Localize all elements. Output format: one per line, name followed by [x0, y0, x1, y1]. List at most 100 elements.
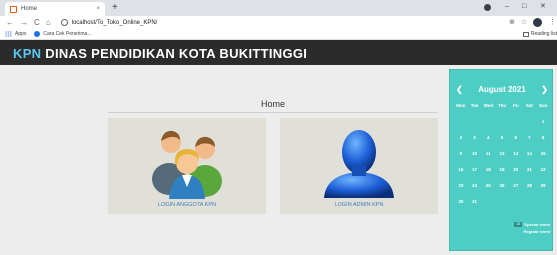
calendar-day[interactable]: 26	[495, 182, 509, 190]
calendar-day[interactable]: 9	[454, 150, 468, 158]
favicon-icon	[10, 5, 17, 13]
tab-close-icon[interactable]: ×	[96, 6, 100, 12]
calendar-day[interactable]: 19	[495, 166, 509, 174]
login-anggota-card[interactable]: LOGIN ANGGOTA KPN	[108, 118, 266, 214]
site-brand[interactable]: KPN DINAS PENDIDIKAN KOTA BUKITTINGGI	[13, 46, 307, 61]
calendar-day[interactable]: 16	[454, 166, 468, 174]
profile-icon[interactable]	[484, 4, 491, 11]
forward-button[interactable]: →	[20, 18, 28, 28]
minimize-button[interactable]: –	[505, 2, 509, 12]
address-bar[interactable]: localhost/To_Toko_Online_KPN/	[72, 20, 158, 26]
calendar-day	[536, 198, 550, 206]
calendar-day	[509, 198, 523, 206]
legend-special: 15 Special event	[490, 222, 550, 227]
calendar-day[interactable]: 10	[468, 150, 482, 158]
calendar-day[interactable]: 24	[468, 182, 482, 190]
bookmark-apps[interactable]: Apps	[15, 31, 26, 37]
calendar-day[interactable]: 20	[509, 166, 523, 174]
calendar-next-button[interactable]: ❯	[541, 85, 548, 94]
page-content: Home LOGIN ANGGOTA KPN LOGIN ADMIN KPN ❮…	[0, 65, 557, 255]
weekday-label: Mon	[456, 103, 466, 108]
calendar-day	[523, 198, 537, 206]
reading-list-label: Reading list	[530, 31, 557, 37]
title-divider	[108, 112, 438, 113]
calendar-day[interactable]: 12	[495, 150, 509, 158]
main-area: Home LOGIN ANGGOTA KPN LOGIN ADMIN KPN	[0, 65, 445, 255]
calendar-day	[481, 118, 495, 126]
calendar-day	[481, 198, 495, 206]
calendar-day	[495, 118, 509, 126]
browser-toolbar: ← → C ⌂ localhost/To_Toko_Online_KPN/ ⊕ …	[0, 16, 557, 29]
group-of-people-icon[interactable]	[147, 121, 227, 199]
maximize-button[interactable]: □	[522, 2, 526, 12]
calendar-day[interactable]: 15	[536, 150, 550, 158]
calendar-day[interactable]: 31	[468, 198, 482, 206]
calendar-day[interactable]: 30	[454, 198, 468, 206]
site-info-icon[interactable]	[60, 19, 68, 26]
extension-icon[interactable]	[533, 18, 542, 27]
weekday-label: Sat	[525, 103, 533, 108]
reading-list-button[interactable]: Reading list	[522, 31, 557, 37]
admin-user-silhouette-icon[interactable]	[314, 122, 404, 200]
page-title: Home	[260, 99, 285, 109]
browser-menu-icon[interactable]: ⋮	[549, 18, 556, 27]
calendar-day	[468, 118, 482, 126]
calendar-legend: 15 Special event Regular event	[490, 222, 550, 236]
bookmark-cara-cek[interactable]: Cara Cek Penerima...	[43, 31, 91, 37]
site-header: KPN DINAS PENDIDIKAN KOTA BUKITTINGGI	[0, 40, 557, 65]
browser-tab-bar: Home × + – □ ✕	[0, 0, 557, 16]
tab-title: Home	[21, 6, 38, 12]
calendar-day[interactable]: 22	[536, 166, 550, 174]
reading-list-icon	[522, 31, 529, 37]
calendar-header: ❮ August 2021 ❯	[456, 79, 548, 99]
calendar-day[interactable]: 21	[523, 166, 537, 174]
calendar-day[interactable]: 28	[523, 182, 537, 190]
calendar-day[interactable]: 14	[523, 150, 537, 158]
bookmarks-bar: Apps Cara Cek Penerima... Reading list	[0, 29, 557, 40]
login-anggota-link[interactable]: LOGIN ANGGOTA KPN	[108, 202, 266, 208]
calendar-widget: ❮ August 2021 ❯ Mon Tue Wed Thu Fri Sat …	[449, 69, 553, 251]
calendar-day[interactable]: 1	[536, 118, 550, 126]
calendar-day[interactable]: 7	[523, 134, 537, 142]
calendar-day[interactable]: 11	[481, 150, 495, 158]
calendar-day[interactable]: 3	[468, 134, 482, 142]
calendar-day[interactable]: 13	[509, 150, 523, 158]
calendar-day	[523, 118, 537, 126]
calendar-day[interactable]: 5	[495, 134, 509, 142]
calendar-day	[509, 118, 523, 126]
home-button[interactable]: ⌂	[46, 18, 51, 28]
bookmark-star-icon[interactable]: ☆	[521, 18, 527, 27]
login-admin-link[interactable]: LOGIN ADMIN KPN	[280, 202, 438, 208]
brand-name: DINAS PENDIDIKAN KOTA BUKITTINGGI	[41, 46, 308, 61]
calendar-grid: 1 2 3 4 5 6 7 8 9 10 11 12 13 14 15 16 17 18 19 20 21 22 23 24 2…	[454, 118, 550, 206]
calendar-day[interactable]: 17	[468, 166, 482, 174]
calendar-day[interactable]: 23	[454, 182, 468, 190]
apps-grid-icon[interactable]	[5, 31, 12, 37]
calendar-day[interactable]: 25	[481, 182, 495, 190]
weekday-label: Wed	[483, 103, 493, 108]
browser-tab[interactable]: Home ×	[5, 2, 105, 16]
calendar-day[interactable]: 27	[509, 182, 523, 190]
zoom-icon[interactable]: ⊕	[509, 18, 515, 27]
calendar-day[interactable]: 2	[454, 134, 468, 142]
new-tab-button[interactable]: +	[112, 2, 118, 14]
calendar-day	[454, 118, 468, 126]
weekday-label: Sun	[538, 103, 548, 108]
close-window-button[interactable]: ✕	[540, 2, 546, 12]
calendar-day[interactable]: 6	[509, 134, 523, 142]
legend-special-label: Special event	[524, 222, 550, 227]
legend-regular: Regular event	[490, 229, 550, 234]
bookmark-favicon-icon	[34, 31, 41, 37]
login-admin-card[interactable]: LOGIN ADMIN KPN	[280, 118, 438, 214]
legend-swatch: 15	[514, 222, 523, 227]
calendar-day[interactable]: 8	[536, 134, 550, 142]
reload-button[interactable]: C	[34, 18, 40, 28]
back-button[interactable]: ←	[6, 18, 14, 28]
calendar-day[interactable]: 18	[481, 166, 495, 174]
calendar-day[interactable]: 4	[481, 134, 495, 142]
calendar-prev-button[interactable]: ❮	[456, 85, 463, 94]
calendar-day[interactable]: 29	[536, 182, 550, 190]
calendar-day	[495, 198, 509, 206]
weekday-label: Thu	[497, 103, 507, 108]
legend-regular-label: Regular event	[523, 229, 550, 234]
